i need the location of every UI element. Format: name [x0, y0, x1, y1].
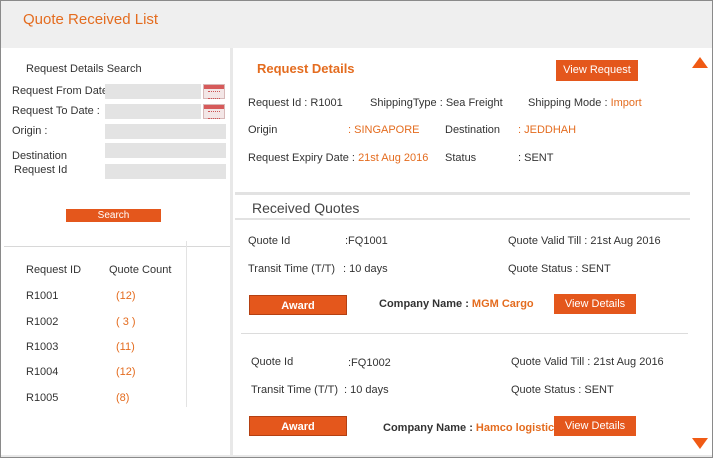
quote-valid-till: Quote Valid Till : 21st Aug 2016 — [508, 235, 661, 247]
request-row-id[interactable]: R1004 — [26, 366, 58, 378]
company-name: Company Name : MGM Cargo — [379, 298, 534, 310]
request-id-text: Request Id : R1001 — [248, 97, 343, 109]
bottom-border — [1, 455, 712, 457]
divider — [235, 192, 690, 195]
quote-id-value: :FQ1002 — [348, 357, 391, 369]
origin-label: Origin : — [12, 125, 48, 137]
request-row-count[interactable]: (12) — [116, 366, 136, 378]
destination-value: : JEDDHAH — [518, 124, 577, 136]
search-button[interactable]: Search — [66, 209, 161, 222]
quote-separator — [241, 333, 688, 334]
request-row-count[interactable]: (11) — [116, 341, 135, 353]
company-name-value: Hamco logistics — [475, 422, 561, 434]
view-request-button[interactable]: View Request — [556, 60, 638, 81]
request-id-label: Request Id — [14, 164, 68, 176]
quote-id-label: Quote Id — [248, 235, 291, 247]
expiry-value: 21st Aug 2016 — [358, 152, 429, 164]
request-row-id[interactable]: R1002 — [26, 316, 58, 328]
company-name-label: Company Name : — [383, 422, 476, 434]
page-title: Quote Received List — [23, 11, 159, 28]
quote-id-value: :FQ1001 — [345, 235, 388, 247]
request-row-count[interactable]: (12) — [116, 290, 136, 302]
shipping-mode-label: Shipping Mode : — [528, 97, 611, 109]
scroll-up-icon[interactable] — [692, 57, 708, 68]
calendar-icon[interactable] — [203, 104, 225, 119]
scrollbar[interactable] — [690, 48, 712, 457]
received-quotes-title: Received Quotes — [252, 200, 360, 216]
request-details-title: Request Details — [257, 61, 355, 76]
divider — [186, 241, 187, 407]
quote-valid-till: Quote Valid Till : 21st Aug 2016 — [511, 356, 664, 368]
search-panel: Request Details Search Request From Date… — [4, 48, 230, 455]
calendar-icon[interactable] — [203, 84, 225, 99]
destination-label: Destination — [445, 124, 501, 136]
quote-status: Quote Status : SENT — [511, 384, 614, 396]
view-details-button[interactable]: View Details — [554, 416, 636, 436]
origin-value: : SINGAPORE — [348, 124, 420, 136]
origin-input[interactable] — [105, 124, 226, 139]
request-row-count[interactable]: ( 3 ) — [116, 316, 136, 328]
page-header: Quote Received List — [1, 1, 712, 48]
company-name: Company Name : Hamco logistics — [383, 422, 560, 434]
col-quote-count: Quote Count — [109, 264, 172, 276]
shipping-mode: Shipping Mode : Import — [528, 97, 642, 109]
to-date-label: Request To Date : — [12, 105, 100, 117]
request-row-id[interactable]: R1003 — [26, 341, 58, 353]
from-date-label: Request From Date — [12, 85, 108, 97]
quote-id-label: Quote Id — [251, 356, 294, 368]
award-button[interactable]: Award — [249, 295, 347, 315]
app-window: Quote Received List Request Details Sear… — [0, 0, 713, 458]
request-row-id[interactable]: R1001 — [26, 290, 58, 302]
divider — [4, 246, 230, 247]
transit-time-label: Transit Time (T/T) — [248, 263, 335, 275]
request-row-count[interactable]: (8) — [116, 392, 129, 404]
details-panel: Request Details View Request Request Id … — [233, 48, 690, 455]
destination-input[interactable] — [105, 143, 226, 158]
transit-time-value: : 10 days — [344, 384, 389, 396]
company-name-value: MGM Cargo — [471, 298, 534, 310]
transit-time-value: : 10 days — [343, 263, 388, 275]
search-title: Request Details Search — [26, 63, 142, 75]
destination-label: Destination — [12, 150, 68, 162]
status-value: : SENT — [518, 152, 554, 164]
from-date-input[interactable] — [105, 84, 201, 99]
to-date-input[interactable] — [105, 104, 201, 119]
request-id-input[interactable] — [105, 164, 226, 179]
scroll-down-icon[interactable] — [692, 438, 708, 449]
transit-time-label: Transit Time (T/T) — [251, 384, 338, 396]
company-name-label: Company Name : — [379, 298, 472, 310]
shipping-type-text: ShippingType : Sea Freight — [370, 97, 503, 109]
divider — [235, 218, 690, 220]
expiry-date: Request Expiry Date : 21st Aug 2016 — [248, 152, 428, 164]
view-details-button[interactable]: View Details — [554, 294, 636, 314]
request-row-id[interactable]: R1005 — [26, 392, 58, 404]
quote-status: Quote Status : SENT — [508, 263, 611, 275]
origin-label: Origin — [248, 124, 278, 136]
shipping-mode-value: Import — [610, 97, 642, 109]
expiry-label: Request Expiry Date : — [248, 152, 359, 164]
award-button[interactable]: Award — [249, 416, 347, 436]
col-request-id: Request ID — [26, 264, 82, 276]
status-label: Status — [445, 152, 477, 164]
